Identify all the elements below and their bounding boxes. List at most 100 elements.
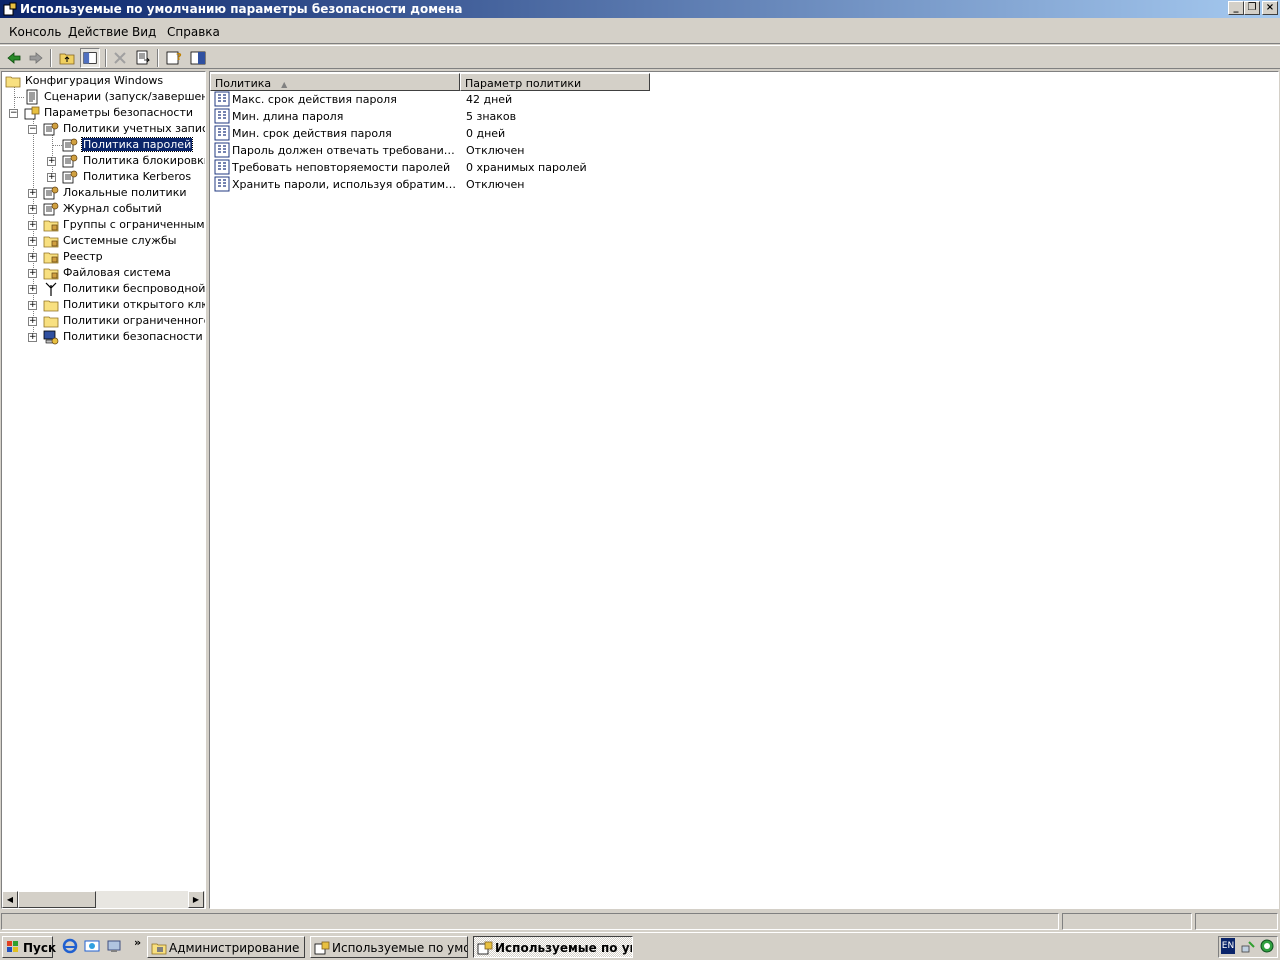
tree-item-label: Политики безопасности IP на Active Direc… xyxy=(63,330,205,343)
toolbar-separator xyxy=(157,49,159,67)
back-arrow-icon[interactable] xyxy=(4,48,24,68)
delete-icon[interactable] xyxy=(110,48,130,68)
column-header-setting[interactable]: Параметр политики xyxy=(460,73,650,91)
security-icon[interactable] xyxy=(1259,938,1275,954)
expand-toggle[interactable]: + xyxy=(28,189,37,198)
show-desktop-icon[interactable] xyxy=(106,938,122,954)
column-header-policy[interactable]: Политика ▲ xyxy=(210,73,460,91)
toolbar: ? xyxy=(0,45,1280,69)
export-list-icon[interactable] xyxy=(133,48,153,68)
tree-item-label: Файловая система xyxy=(63,266,171,279)
expand-toggle[interactable]: + xyxy=(47,157,56,166)
quick-launch-chevron[interactable]: » xyxy=(134,936,141,949)
ip-security-icon xyxy=(43,330,59,345)
policy-item-icon xyxy=(214,125,230,141)
table-row[interactable]: Мин. срок действия пароля 0 дней xyxy=(212,125,672,142)
tree-item-label: Сценарии (запуск/завершение) xyxy=(44,90,205,103)
status-cell-3 xyxy=(1195,913,1278,930)
expand-toggle[interactable]: + xyxy=(28,333,37,342)
security-settings-icon xyxy=(24,106,40,120)
task-button-label: Используемые по ум... xyxy=(495,941,632,955)
folder-icon xyxy=(43,300,59,312)
table-row[interactable]: Требовать неповторяемости паролей 0 хран… xyxy=(212,159,672,176)
tree-item-label: Политики открытого ключа xyxy=(63,298,205,311)
script-icon xyxy=(26,89,38,105)
minimize-button[interactable]: _ xyxy=(1228,1,1244,15)
policy-value: 0 дней xyxy=(466,127,506,140)
account-policy-icon xyxy=(43,122,59,136)
tree-pane[interactable]: Конфигурация Windows Сценарии (запуск/за… xyxy=(1,71,206,909)
expand-toggle[interactable]: + xyxy=(28,285,37,294)
expand-toggle[interactable]: + xyxy=(28,301,37,310)
up-folder-icon[interactable] xyxy=(57,48,77,68)
policy-name: Мин. срок действия пароля xyxy=(232,127,392,140)
network-icon[interactable] xyxy=(1240,938,1256,954)
toolbar-separator xyxy=(50,49,52,67)
tree-item-label: Локальные политики xyxy=(63,186,187,199)
sort-ascending-icon: ▲ xyxy=(281,80,288,89)
menu-view[interactable]: Вид xyxy=(132,25,156,39)
properties-icon[interactable] xyxy=(188,48,208,68)
title-bar[interactable]: Используемые по умолчанию параметры безо… xyxy=(0,0,1280,18)
policy-item-icon xyxy=(214,159,230,175)
tree-item-label: Журнал событий xyxy=(63,202,162,215)
policy-node-icon xyxy=(43,186,59,200)
policy-value: Отключен xyxy=(466,144,525,157)
show-hide-tree-icon[interactable] xyxy=(80,48,100,68)
tree-item-label: Политика Kerberos xyxy=(83,170,192,183)
toolbar-separator xyxy=(105,49,107,67)
tree-item-label: Группы с ограниченным доступом xyxy=(63,218,205,231)
policy-item-icon xyxy=(214,142,230,158)
expand-toggle[interactable]: + xyxy=(28,269,37,278)
collapse-toggle[interactable]: − xyxy=(28,125,37,134)
expand-toggle[interactable]: + xyxy=(28,253,37,262)
scroll-right-button[interactable]: ▶ xyxy=(188,891,204,908)
tree-item-security-settings[interactable]: − Параметры безопасности xyxy=(5,105,205,121)
policy-name: Пароль должен отвечать требованиям сл... xyxy=(232,144,460,157)
task-button-domain-security-1[interactable]: Используемые по умол... xyxy=(310,936,468,958)
expand-toggle[interactable]: + xyxy=(28,317,37,326)
help-icon[interactable]: ? xyxy=(164,48,184,68)
tree-item-label: Политики ограниченного использования про… xyxy=(63,314,206,327)
table-row[interactable]: Пароль должен отвечать требованиям сл...… xyxy=(212,142,672,159)
policy-list[interactable]: Политика ▲ Параметр политики Макс. срок д… xyxy=(209,71,1279,909)
menu-help[interactable]: Справка xyxy=(167,25,220,39)
forward-arrow-icon[interactable] xyxy=(26,48,46,68)
scroll-left-button[interactable]: ◀ xyxy=(2,891,18,908)
collapse-toggle[interactable]: − xyxy=(9,109,18,118)
policy-value: 5 знаков xyxy=(466,110,517,123)
expand-toggle[interactable]: + xyxy=(47,173,56,182)
policy-value: Отключен xyxy=(466,178,525,191)
security-template-icon xyxy=(314,941,330,955)
expand-toggle[interactable]: + xyxy=(28,221,37,230)
windows-logo-icon xyxy=(7,941,18,952)
close-button[interactable]: × xyxy=(1262,1,1278,15)
policy-item-icon xyxy=(214,176,230,192)
outlook-express-icon[interactable] xyxy=(84,938,100,954)
restore-button[interactable]: ❐ xyxy=(1244,1,1260,15)
language-indicator[interactable]: EN xyxy=(1221,938,1235,954)
policy-value: 0 хранимых паролей xyxy=(466,161,587,174)
policy-node-icon xyxy=(62,154,78,168)
security-template-icon xyxy=(3,2,17,16)
start-label: Пуск xyxy=(23,941,57,955)
taskbar: Пуск » Администрирование Используемые по… xyxy=(0,932,1280,960)
tree-item-label: Параметры безопасности xyxy=(44,106,194,119)
table-row[interactable]: Макс. срок действия пароля 42 дней xyxy=(212,91,672,108)
tree-horizontal-scrollbar[interactable]: ◀ ▶ xyxy=(2,891,205,908)
menu-bar: Консоль Действие Вид Справка xyxy=(0,20,1280,44)
ie-icon[interactable] xyxy=(62,938,78,954)
task-button-administration[interactable]: Администрирование xyxy=(147,936,305,958)
table-row[interactable]: Мин. длина пароля 5 знаков xyxy=(212,108,672,125)
task-button-domain-security-2[interactable]: Используемые по ум... xyxy=(473,936,633,958)
scroll-thumb[interactable] xyxy=(18,891,96,908)
folder-icon xyxy=(5,76,21,88)
table-row[interactable]: Хранить пароли, используя обратимое ши..… xyxy=(212,176,672,193)
tree-item-label: Политика паролей xyxy=(80,137,194,152)
start-button[interactable]: Пуск xyxy=(2,936,57,958)
menu-action[interactable]: Действие xyxy=(68,25,128,39)
expand-toggle[interactable]: + xyxy=(28,237,37,246)
menu-console[interactable]: Консоль xyxy=(9,25,61,39)
tree-item-label: Реестр xyxy=(63,250,103,263)
expand-toggle[interactable]: + xyxy=(28,205,37,214)
